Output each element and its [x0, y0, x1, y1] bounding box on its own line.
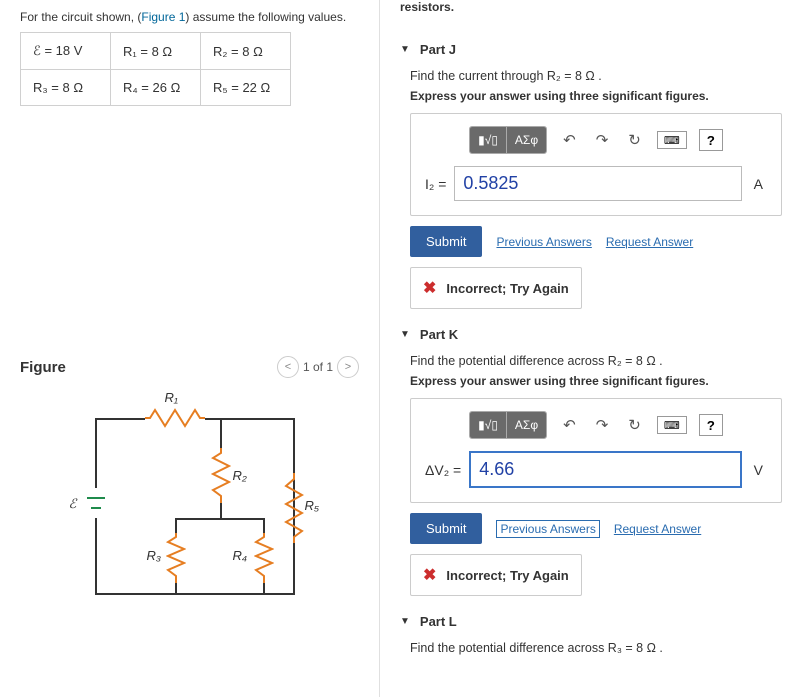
label-r5: R₅ — [305, 498, 320, 513]
part-j-feedback-text: Incorrect; Try Again — [446, 281, 568, 296]
part-k-feedback: ✖ Incorrect; Try Again — [410, 554, 582, 596]
figure-next-button[interactable]: > — [337, 356, 359, 378]
part-j-request-answer[interactable]: Request Answer — [606, 235, 693, 249]
figure-page: 1 of 1 — [303, 360, 333, 374]
resistor-r5 — [284, 473, 304, 543]
part-k-instruct: Express your answer using three signific… — [400, 374, 782, 388]
intro-prefix: For the circuit shown, ( — [20, 10, 141, 24]
template-icon[interactable]: ▮√▯ — [470, 412, 507, 438]
part-j-header[interactable]: ▼ Part J — [400, 42, 782, 57]
val-r5: R₅ = 22 Ω — [201, 70, 291, 106]
part-k-toolbar: ▮√▯ ΑΣφ ↶ ↷ ↻ ? — [425, 411, 767, 439]
part-k-submit[interactable]: Submit — [410, 513, 482, 544]
collapse-icon: ▼ — [400, 329, 410, 340]
label-r4: R₄ — [233, 548, 248, 563]
part-k-lhs: ΔV₂ = — [425, 462, 461, 478]
resistor-r2 — [211, 448, 231, 503]
emf-source — [83, 488, 109, 521]
part-j-answer-box: ▮√▯ ΑΣφ ↶ ↷ ↻ ? I₂ = A — [410, 113, 782, 216]
part-k-header[interactable]: ▼ Part K — [400, 327, 782, 342]
part-k: ▼ Part K Find the potential difference ac… — [400, 327, 782, 596]
label-r3: R₃ — [147, 548, 162, 563]
part-j-title: Part J — [420, 42, 456, 57]
val-r2: R₂ = 8 Ω — [201, 33, 291, 70]
intro-suffix: ) assume the following values. — [185, 10, 346, 24]
label-emf: ℰ — [69, 496, 77, 512]
part-j: ▼ Part J Find the current through R₂ = 8 … — [400, 42, 782, 309]
redo-button[interactable]: ↷ — [592, 129, 613, 151]
val-emf: ℰ = 18 V — [21, 33, 111, 70]
label-r2: R₂ — [233, 468, 247, 483]
label-r1: R₁ — [165, 390, 179, 405]
part-j-input[interactable] — [454, 166, 741, 201]
figure-title: Figure — [20, 359, 66, 376]
undo-button[interactable]: ↶ — [559, 414, 580, 436]
part-k-title: Part K — [420, 327, 458, 342]
part-j-instruct: Express your answer using three signific… — [400, 89, 782, 103]
part-k-input[interactable] — [469, 451, 741, 488]
resistor-r4 — [254, 533, 274, 583]
redo-button[interactable]: ↷ — [592, 414, 613, 436]
part-k-unit: V — [750, 462, 767, 478]
greek-button[interactable]: ΑΣφ — [507, 127, 546, 153]
template-icon[interactable]: ▮√▯ — [470, 127, 507, 153]
resistor-r3 — [166, 533, 186, 583]
val-r3: R₃ = 8 Ω — [21, 70, 111, 106]
part-l-title: Part L — [420, 614, 457, 629]
collapse-icon: ▼ — [400, 44, 410, 55]
val-r4: R₄ = 26 Ω — [111, 70, 201, 106]
part-j-prev-answers[interactable]: Previous Answers — [496, 235, 591, 249]
part-j-unit: A — [750, 176, 767, 192]
greek-button[interactable]: ΑΣφ — [507, 412, 546, 438]
incorrect-icon: ✖ — [423, 565, 436, 585]
reset-button[interactable]: ↻ — [624, 414, 645, 436]
part-j-prompt: Find the current through R₂ = 8 Ω . — [400, 69, 782, 83]
keyboard-button[interactable] — [657, 416, 687, 434]
part-j-lhs: I₂ = — [425, 176, 446, 192]
circuit-diagram: R₁ R₂ R₃ R₄ — [65, 388, 315, 608]
part-l-prompt: Find the potential difference across R₃ … — [400, 641, 782, 655]
part-j-toolbar: ▮√▯ ΑΣφ ↶ ↷ ↻ ? — [425, 126, 767, 154]
help-button[interactable]: ? — [699, 414, 723, 436]
keyboard-button[interactable] — [657, 131, 687, 149]
part-k-prev-answers[interactable]: Previous Answers — [496, 520, 599, 538]
part-k-request-answer[interactable]: Request Answer — [614, 522, 701, 536]
part-k-prompt: Find the potential difference across R₂ … — [400, 354, 782, 368]
reset-button[interactable]: ↻ — [624, 129, 645, 151]
top-fragment: resistors. — [400, 0, 782, 24]
figure-link[interactable]: Figure 1 — [141, 10, 185, 24]
values-table: ℰ = 18 V R₁ = 8 Ω R₂ = 8 Ω R₃ = 8 Ω R₄ =… — [20, 32, 291, 106]
val-r1: R₁ = 8 Ω — [111, 33, 201, 70]
part-j-submit[interactable]: Submit — [410, 226, 482, 257]
part-j-feedback: ✖ Incorrect; Try Again — [410, 267, 582, 309]
incorrect-icon: ✖ — [423, 278, 436, 298]
problem-intro: For the circuit shown, (Figure 1) assume… — [20, 10, 359, 24]
collapse-icon: ▼ — [400, 616, 410, 627]
part-k-answer-box: ▮√▯ ΑΣφ ↶ ↷ ↻ ? ΔV₂ = V — [410, 398, 782, 503]
part-l: ▼ Part L Find the potential difference ac… — [400, 614, 782, 655]
part-l-header[interactable]: ▼ Part L — [400, 614, 782, 629]
figure-pager: < 1 of 1 > — [277, 356, 359, 378]
part-k-feedback-text: Incorrect; Try Again — [446, 568, 568, 583]
figure-prev-button[interactable]: < — [277, 356, 299, 378]
resistor-r1 — [145, 408, 205, 428]
help-button[interactable]: ? — [699, 129, 723, 151]
undo-button[interactable]: ↶ — [559, 129, 580, 151]
